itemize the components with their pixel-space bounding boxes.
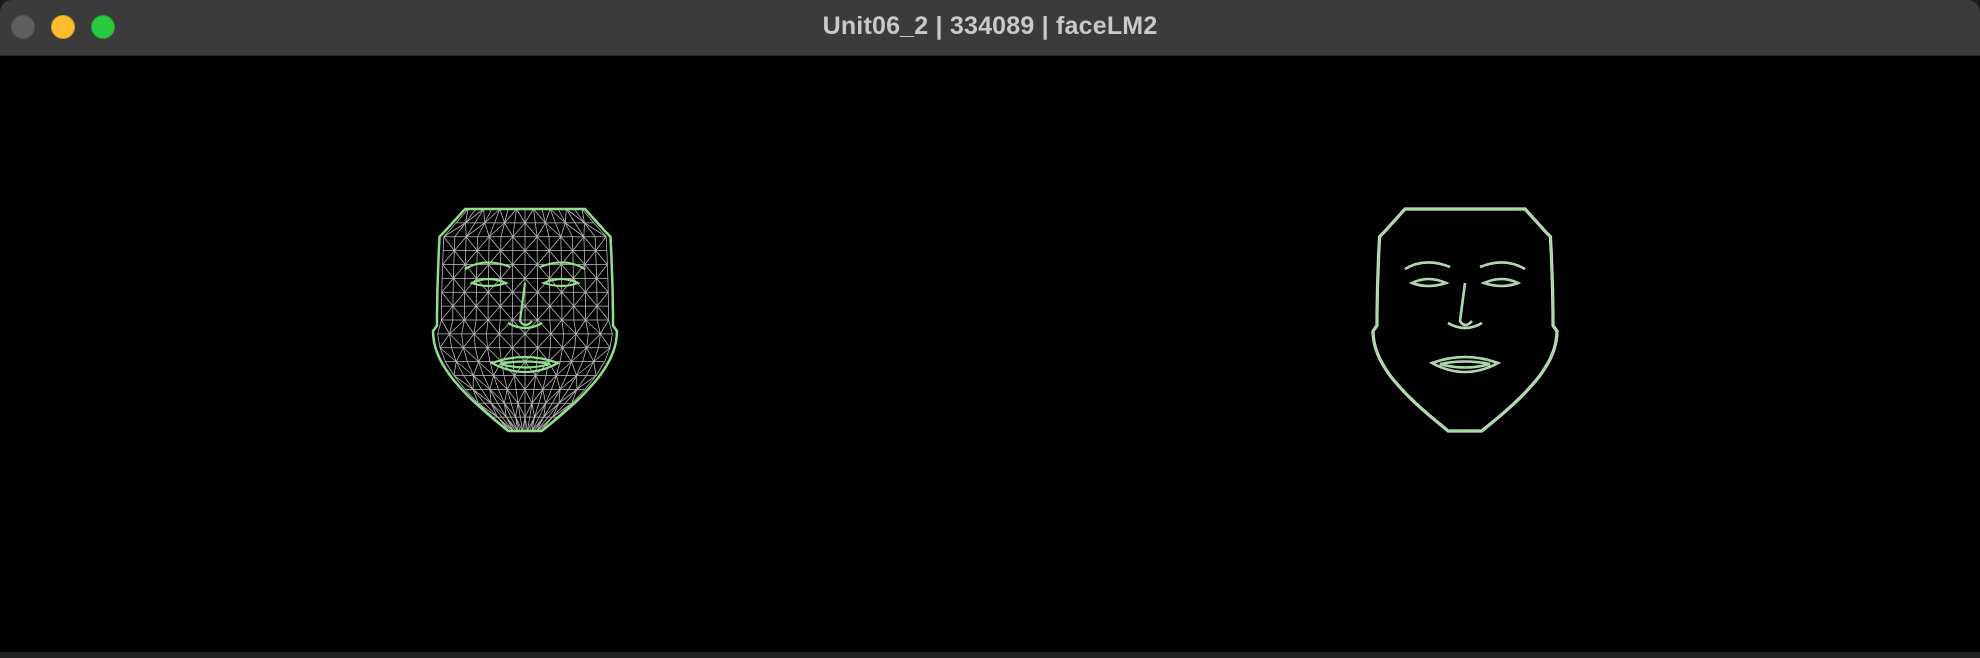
window-bottom-edge	[0, 652, 1980, 658]
app-window: Unit06_2 | 334089 | faceLM2	[0, 0, 1980, 658]
title-bar[interactable]: Unit06_2 | 334089 | faceLM2	[0, 0, 1980, 56]
face-mesh-tesselation	[431, 191, 619, 433]
window-title: Unit06_2 | 334089 | faceLM2	[822, 12, 1158, 40]
face-mesh-contours	[1371, 191, 1559, 433]
nose	[1459, 282, 1473, 326]
nose	[518, 282, 533, 327]
left-eye	[469, 277, 510, 288]
face-features	[1404, 261, 1526, 373]
mesh-lines	[437, 208, 613, 432]
face-oval-outer	[1371, 207, 1559, 433]
face-oval-inner	[1372, 208, 1558, 432]
right-eye	[540, 277, 581, 288]
video-canvas[interactable]	[0, 56, 1980, 658]
